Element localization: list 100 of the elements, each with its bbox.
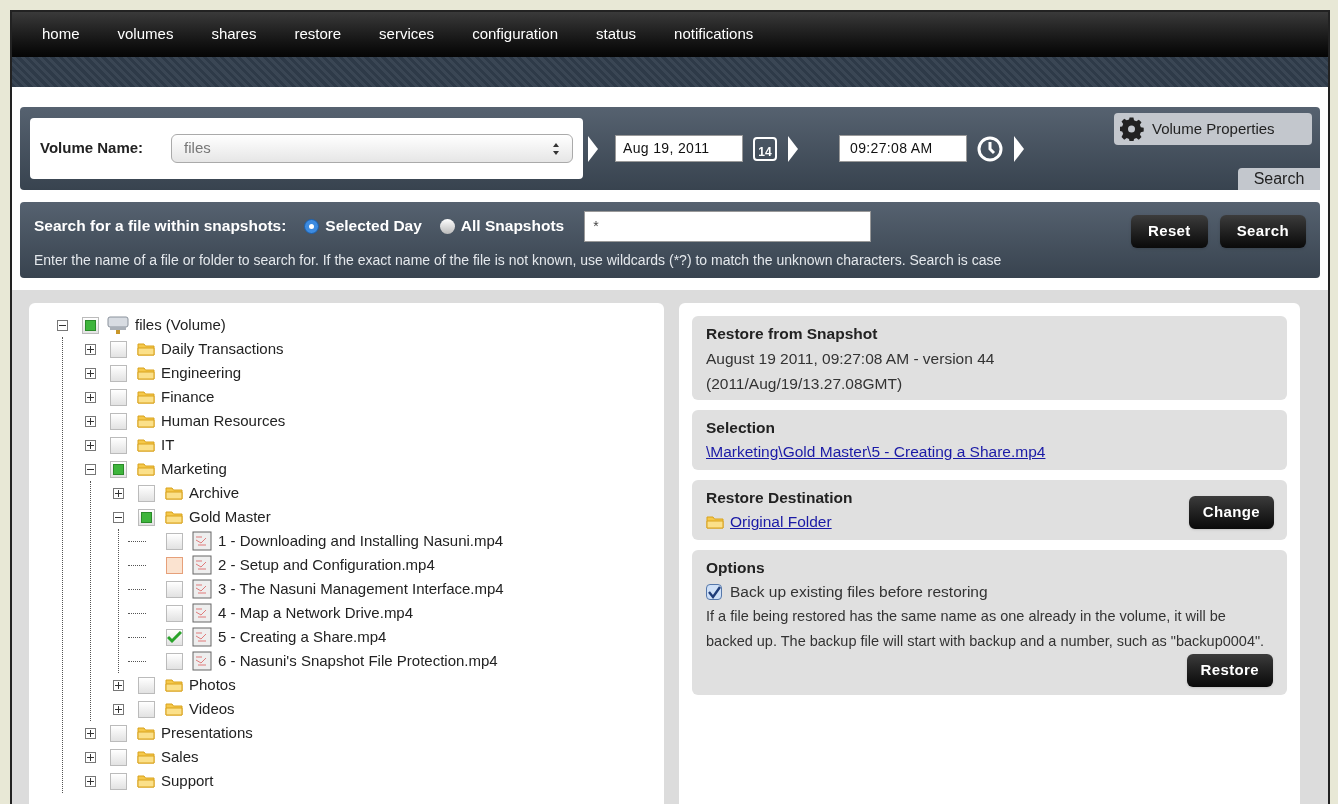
- action-button[interactable]: Search: [1219, 214, 1306, 248]
- radio-button[interactable]: [304, 218, 320, 234]
- tree-item[interactable]: 6 - Nasuni's Snapshot File Protection.mp4: [218, 649, 498, 673]
- volume-properties-button[interactable]: Volume Properties: [1114, 113, 1312, 145]
- expand-icon[interactable]: [84, 391, 96, 403]
- checkbox[interactable]: [138, 700, 155, 718]
- nav-link[interactable]: volumes: [117, 23, 174, 46]
- expand-icon[interactable]: [112, 703, 124, 715]
- expand-icon[interactable]: [112, 679, 124, 691]
- volume-select[interactable]: files: [171, 134, 573, 163]
- expand-icon[interactable]: [84, 415, 96, 427]
- action-button[interactable]: Reset: [1130, 214, 1208, 248]
- folder-icon: [137, 462, 155, 476]
- collapse-icon[interactable]: [84, 463, 96, 475]
- checkbox[interactable]: [110, 748, 127, 766]
- checkbox[interactable]: [110, 412, 127, 430]
- tree-item[interactable]: Videos: [189, 697, 235, 721]
- expand-icon[interactable]: [84, 343, 96, 355]
- expand-icon[interactable]: [84, 775, 96, 787]
- checkbox[interactable]: [138, 484, 155, 502]
- nav-link[interactable]: configuration: [472, 23, 559, 46]
- drive-icon: [107, 315, 129, 335]
- expand-icon[interactable]: [112, 487, 124, 499]
- tree-item[interactable]: files (Volume): [135, 313, 226, 337]
- tree-item[interactable]: Photos: [189, 673, 236, 697]
- volume-label: Volume Name:: [40, 138, 144, 159]
- checkbox[interactable]: [110, 340, 127, 358]
- checkbox[interactable]: [110, 388, 127, 406]
- folder-icon: [137, 750, 155, 764]
- folder-icon: [137, 342, 155, 356]
- nav-link[interactable]: shares: [211, 23, 257, 46]
- video-file-icon: [192, 579, 212, 599]
- tree-item[interactable]: Marketing: [161, 457, 227, 481]
- checkbox[interactable]: [166, 628, 183, 646]
- checkbox[interactable]: [138, 676, 155, 694]
- folder-icon: [706, 515, 724, 529]
- tree-item[interactable]: 1 - Downloading and Installing Nasuni.mp4: [218, 529, 504, 553]
- folder-icon: [137, 414, 155, 428]
- checkbox[interactable]: [110, 436, 127, 454]
- collapse-icon[interactable]: [112, 511, 124, 523]
- checkbox[interactable]: [110, 724, 127, 742]
- action-button[interactable]: Change: [1188, 496, 1274, 529]
- checkbox[interactable]: [110, 772, 127, 790]
- tree-item[interactable]: 3 - The Nasuni Management Interface.mp4: [218, 577, 504, 601]
- video-file-icon: [192, 531, 212, 551]
- radio-option[interactable]: Selected Day: [304, 214, 422, 238]
- tree-item[interactable]: 5 - Creating a Share.mp4: [218, 625, 387, 649]
- expand-icon[interactable]: [84, 367, 96, 379]
- date-field[interactable]: Aug 19, 2011: [615, 135, 743, 162]
- checkbox[interactable]: [166, 652, 183, 670]
- nav-link[interactable]: notifications: [674, 23, 754, 46]
- search-field[interactable]: *: [584, 210, 872, 242]
- nav-link[interactable]: status: [596, 23, 637, 46]
- nav-link[interactable]: restore: [294, 23, 342, 46]
- folder-icon: [165, 486, 183, 500]
- search-tab[interactable]: Search: [1238, 168, 1320, 190]
- selection-link[interactable]: \Marketing\Gold Master\5 - Creating a Share.mp4: [706, 440, 1046, 464]
- section-title: Restore Destination: [706, 488, 854, 508]
- nav-link[interactable]: services: [379, 23, 435, 46]
- tree-item[interactable]: Human Resources: [161, 409, 286, 433]
- checkbox[interactable]: [166, 580, 183, 598]
- video-file-icon: [192, 555, 212, 575]
- tree-item[interactable]: Gold Master: [189, 505, 271, 529]
- checkbox[interactable]: [706, 584, 722, 600]
- tree-item[interactable]: Presentations: [161, 721, 253, 745]
- options-note: If a file being restored has the same name as one already in the volume, it will be backed up. The backup file will start with backup and a number, such as "backup0004".: [706, 607, 1266, 651]
- gear-icon: [1120, 117, 1144, 141]
- checkbox[interactable]: [166, 604, 183, 622]
- action-button[interactable]: Restore: [1186, 654, 1273, 687]
- tree-item[interactable]: Finance: [161, 385, 215, 409]
- tree-item[interactable]: Engineering: [161, 361, 242, 385]
- video-file-icon: [192, 603, 212, 623]
- tree-item[interactable]: Archive: [189, 481, 240, 505]
- nav-link[interactable]: home: [42, 23, 80, 46]
- tree-item[interactable]: IT: [161, 433, 175, 457]
- snapshot-info: (2011/Aug/19/13.27.08GMT): [706, 374, 904, 394]
- expand-icon[interactable]: [84, 439, 96, 451]
- updown-icon: [552, 141, 560, 156]
- checkbox[interactable]: [166, 556, 183, 574]
- radio-button[interactable]: [439, 218, 455, 234]
- tree-item[interactable]: Sales: [161, 745, 199, 769]
- clock-icon: [977, 135, 1003, 162]
- collapse-icon[interactable]: [56, 319, 68, 331]
- expand-icon[interactable]: [84, 727, 96, 739]
- tree-item[interactable]: 4 - Map a Network Drive.mp4: [218, 601, 414, 625]
- checkbox-label[interactable]: Back up existing files before restoring: [730, 580, 988, 604]
- folder-icon: [165, 678, 183, 692]
- calendar-icon[interactable]: 14: [753, 136, 777, 161]
- destination-link[interactable]: Original Folder: [730, 510, 832, 534]
- snapshot-info: August 19 2011, 09:27:08 AM - version 44: [706, 349, 996, 369]
- checkbox[interactable]: [110, 364, 127, 382]
- folder-icon: [137, 438, 155, 452]
- checkbox[interactable]: [166, 532, 183, 550]
- arrow-icon: [787, 134, 799, 163]
- tree-item[interactable]: 2 - Setup and Configuration.mp4: [218, 553, 435, 577]
- expand-icon[interactable]: [84, 751, 96, 763]
- radio-option[interactable]: All Snapshots: [439, 214, 565, 238]
- tree-item[interactable]: Support: [161, 769, 214, 793]
- tree-item[interactable]: Daily Transactions: [161, 337, 284, 361]
- time-field[interactable]: 09:27:08 AM: [839, 135, 967, 162]
